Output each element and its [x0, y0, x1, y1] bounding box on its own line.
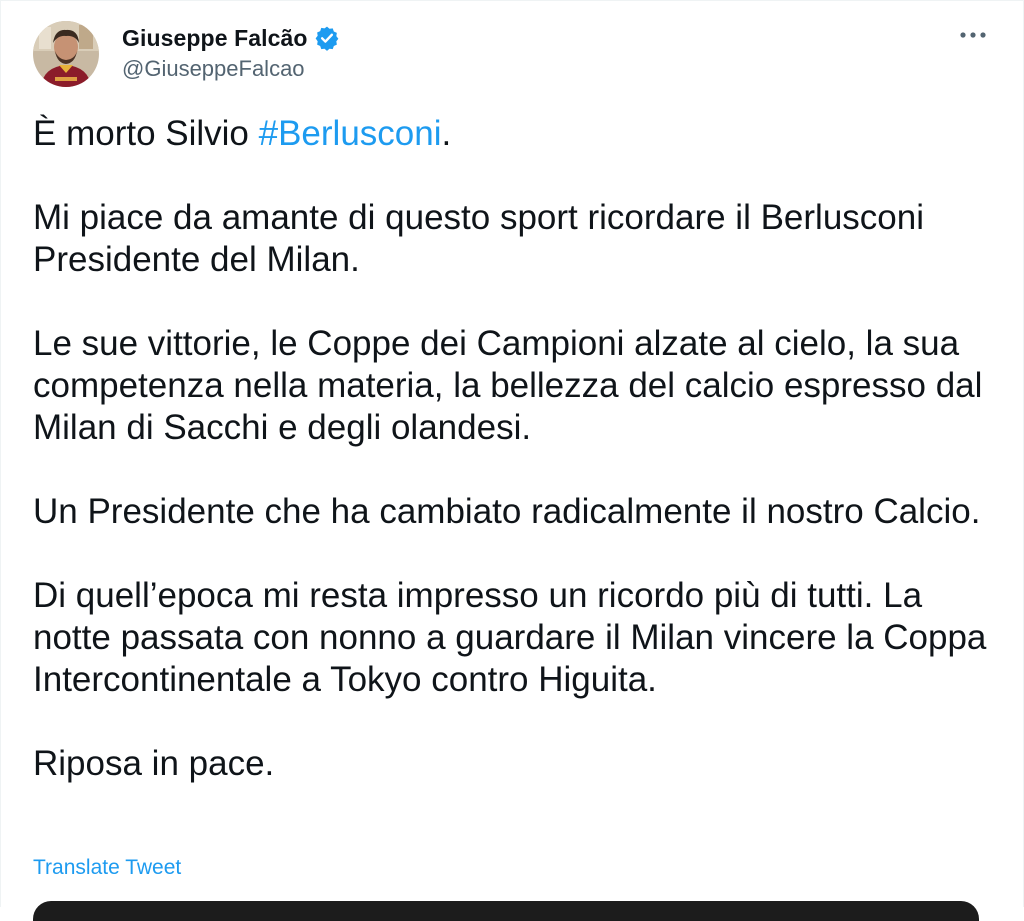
- tweet-text: È morto Silvio #Berlusconi. Mi piace da …: [33, 113, 1003, 785]
- tweet-paragraph-5: Di quell’epoca mi resta impresso un rico…: [33, 576, 987, 699]
- avatar-photo-icon: [33, 21, 99, 87]
- tweet-line1-suffix: .: [441, 114, 452, 153]
- more-horizontal-icon: [960, 32, 986, 38]
- tweet-paragraph-3: Le sue vittorie, le Coppe dei Campioni a…: [33, 324, 983, 447]
- tweet-header: Giuseppe Falcão @GiuseppeFalcao: [33, 17, 993, 89]
- tweet-paragraph-4: Un Presidente che ha cambiato radicalmen…: [33, 492, 981, 531]
- hashtag-link[interactable]: #Berlusconi: [259, 114, 442, 153]
- author-names: Giuseppe Falcão @GiuseppeFalcao: [122, 23, 340, 82]
- display-name[interactable]: Giuseppe Falcão: [122, 25, 308, 52]
- tweet-paragraph-1: È morto Silvio #Berlusconi.: [33, 113, 1003, 155]
- display-name-row: Giuseppe Falcão: [122, 23, 340, 53]
- verified-badge-icon: [314, 25, 340, 51]
- more-options-button[interactable]: [953, 21, 993, 49]
- tweet-paragraph-2: Mi piace da amante di questo sport ricor…: [33, 198, 924, 279]
- tweet-card: Giuseppe Falcão @GiuseppeFalcao È morto …: [0, 0, 1024, 921]
- avatar[interactable]: [33, 21, 99, 87]
- translate-tweet-link[interactable]: Translate Tweet: [33, 856, 181, 880]
- tweet-paragraph-6: Riposa in pace.: [33, 744, 275, 783]
- media-preview[interactable]: [33, 901, 979, 921]
- author-handle[interactable]: @GiuseppeFalcao: [122, 56, 340, 82]
- tweet-line1-prefix: È morto Silvio: [33, 114, 259, 153]
